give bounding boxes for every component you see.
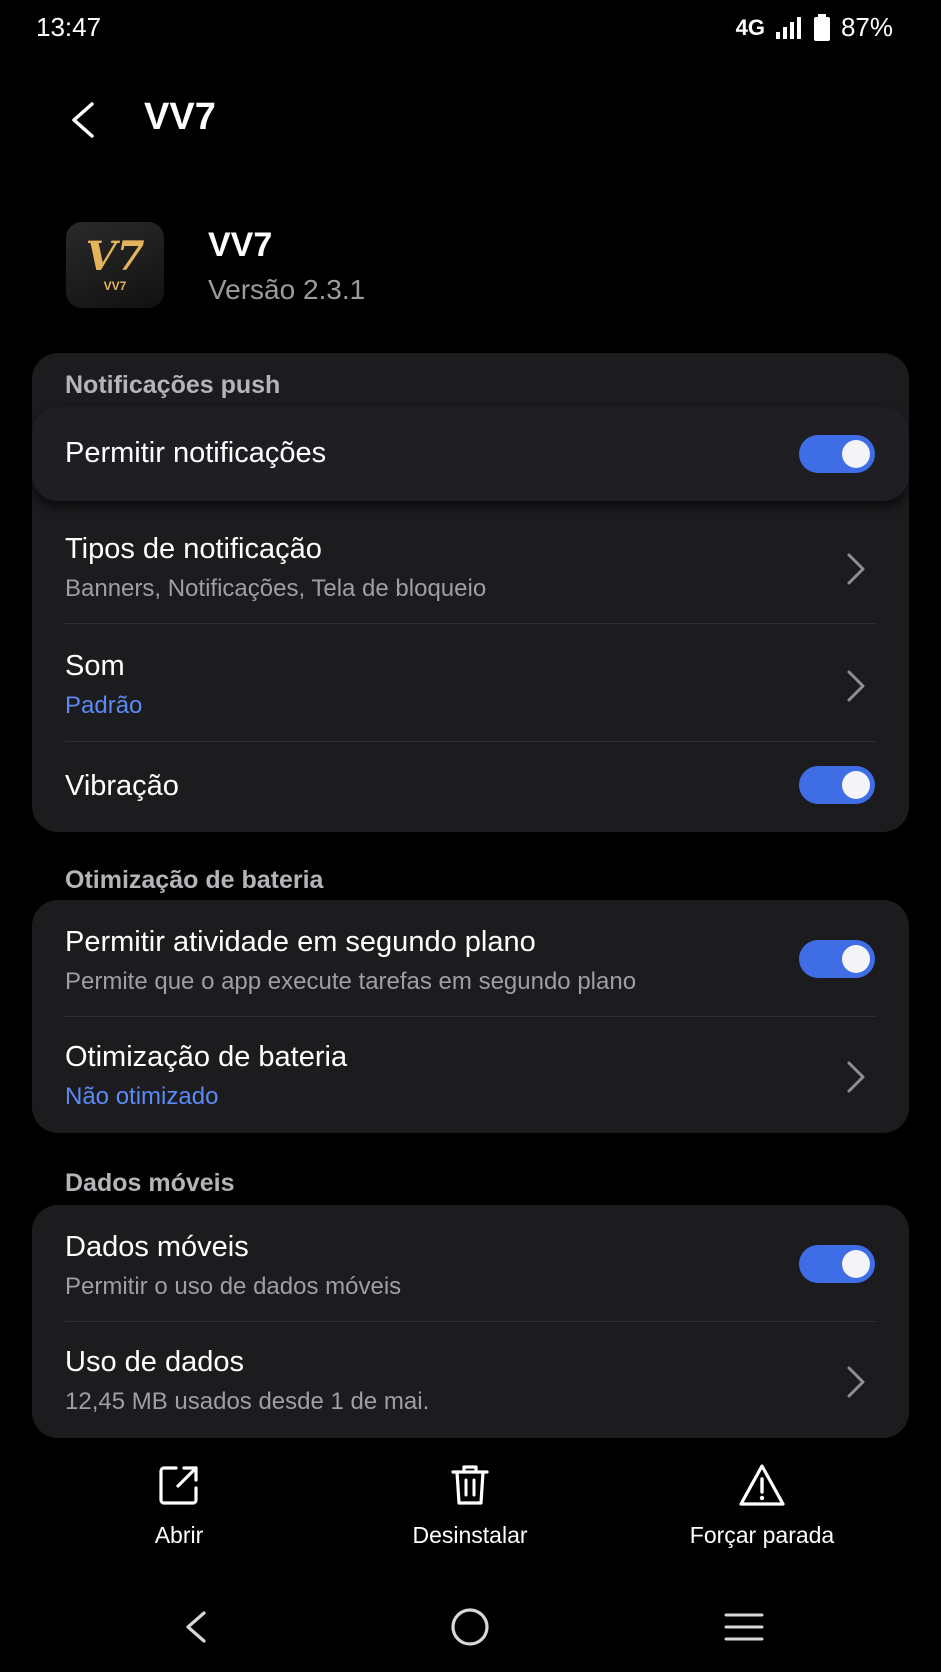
background-activity-title: Permitir atividade em segundo plano (65, 926, 536, 958)
battery-icon (813, 13, 830, 41)
notification-types-row[interactable]: Tipos de notificação Banners, Notificaçõ… (32, 505, 909, 623)
app-icon: V7 VV7 (66, 222, 164, 308)
trash-icon (451, 1465, 489, 1505)
mobile-data-row[interactable]: Dados móveis Permitir o uso de dados móv… (32, 1205, 909, 1321)
allow-notifications-row[interactable]: Permitir notificações (32, 407, 909, 501)
data-usage-title: Uso de dados (65, 1346, 244, 1378)
open-external-icon (159, 1466, 198, 1505)
mobile-data-title: Dados móveis (65, 1231, 249, 1263)
uninstall-label: Desinstalar (412, 1522, 528, 1548)
back-button[interactable] (58, 92, 108, 148)
section-label-notifications: Notificações push (65, 371, 281, 399)
nav-home-button[interactable] (440, 1600, 500, 1654)
sound-subtitle: Padrão (65, 692, 143, 719)
nav-back-button[interactable] (166, 1600, 226, 1654)
signal-icon (775, 16, 801, 39)
open-label: Abrir (154, 1522, 204, 1548)
sound-row[interactable]: Som Padrão (32, 624, 909, 741)
section-label-battery: Otimização de bateria (65, 866, 324, 894)
sound-title: Som (65, 650, 125, 682)
open-button[interactable]: Abrir (69, 1462, 289, 1549)
data-usage-subtitle: 12,45 MB usados desde 1 de mai. (65, 1388, 430, 1415)
status-time: 13:47 (36, 12, 102, 42)
app-version: Versão 2.3.1 (208, 274, 366, 305)
battery-optimization-row[interactable]: Otimização de bateria Não otimizado (32, 1017, 909, 1133)
chevron-right-icon (847, 1061, 865, 1093)
battery-optimization-subtitle: Não otimizado (65, 1083, 219, 1110)
section-label-mobile-data: Dados móveis (65, 1169, 235, 1197)
notification-types-subtitle: Banners, Notificações, Tela de bloqueio (65, 575, 487, 602)
force-stop-label: Forçar parada (689, 1522, 835, 1548)
allow-notifications-title: Permitir notificações (65, 437, 327, 469)
chevron-right-icon (847, 1366, 865, 1398)
data-usage-row[interactable]: Uso de dados 12,45 MB usados desde 1 de … (32, 1322, 909, 1438)
status-indicators: 4G 87% (736, 12, 893, 43)
app-icon-logo-text: V7 (85, 233, 145, 280)
mobile-data-card: Dados móveis Permitir o uso de dados móv… (32, 1205, 909, 1438)
app-name: VV7 (208, 226, 273, 264)
notifications-card: Notificações push Permitir notificações … (32, 353, 909, 832)
uninstall-button[interactable]: Desinstalar (360, 1462, 580, 1549)
battery-card: Permitir atividade em segundo plano Perm… (32, 900, 909, 1133)
chevron-right-icon (847, 670, 865, 702)
nav-menu-button[interactable] (714, 1600, 774, 1654)
nav-back-icon (186, 1611, 206, 1643)
mobile-data-subtitle: Permitir o uso de dados móveis (65, 1273, 402, 1300)
battery-percent: 87% (840, 12, 893, 42)
notification-types-title: Tipos de notificação (65, 533, 322, 565)
page-title: VV7 (144, 96, 216, 138)
app-icon-subtext: VV7 (103, 279, 127, 293)
vibration-toggle[interactable] (799, 766, 875, 804)
battery-optimization-title: Otimização de bateria (65, 1041, 348, 1073)
vibration-title: Vibração (65, 770, 179, 802)
background-activity-row[interactable]: Permitir atividade em segundo plano Perm… (32, 900, 909, 1016)
network-type: 4G (735, 14, 765, 40)
background-activity-subtitle: Permite que o app execute tarefas em seg… (65, 968, 637, 995)
allow-notifications-toggle[interactable] (799, 435, 875, 473)
warning-icon (739, 1464, 785, 1506)
back-icon (72, 102, 94, 138)
vibration-row[interactable]: Vibração (32, 742, 909, 832)
nav-menu-icon (724, 1613, 764, 1641)
chevron-right-icon (847, 553, 865, 585)
background-activity-toggle[interactable] (799, 940, 875, 978)
mobile-data-toggle[interactable] (799, 1245, 875, 1283)
force-stop-button[interactable]: Forçar parada (652, 1462, 872, 1549)
nav-home-icon (451, 1608, 489, 1646)
